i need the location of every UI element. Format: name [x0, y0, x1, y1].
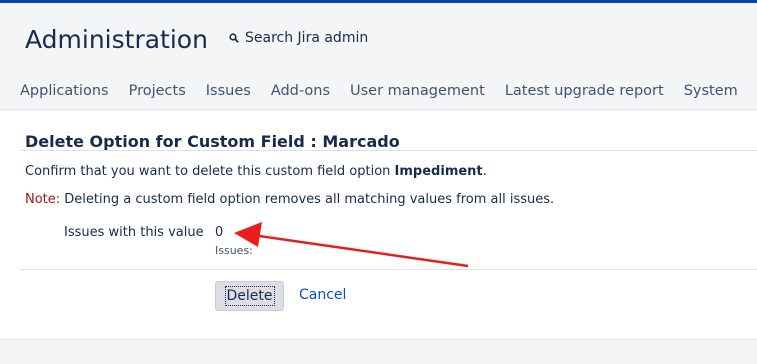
note-label: Note: — [25, 192, 61, 207]
nav-issues[interactable]: Issues — [206, 83, 251, 99]
warning-note: Note: Deleting a custom field option rem… — [25, 192, 554, 207]
form-title: Delete Option for Custom Field : Marcado — [25, 132, 400, 151]
cancel-link[interactable]: Cancel — [299, 287, 346, 303]
nav-add-ons[interactable]: Add-ons — [271, 83, 330, 99]
admin-nav: Applications Projects Issues Add-ons Use… — [20, 83, 757, 99]
nav-projects[interactable]: Projects — [129, 83, 186, 99]
issues-count-value: 0 — [215, 225, 224, 240]
search-admin-label: Search Jira admin — [245, 30, 369, 46]
delete-button-label: Delete — [224, 286, 275, 306]
admin-header: Administration Search Jira admin Applica… — [0, 3, 757, 110]
divider — [20, 150, 757, 151]
note-text: Deleting a custom field option removes a… — [60, 192, 555, 207]
page-title: Administration — [25, 25, 208, 54]
confirm-prefix: Confirm that you want to delete this cus… — [25, 164, 395, 179]
nav-latest-upgrade-report[interactable]: Latest upgrade report — [505, 83, 664, 99]
delete-button[interactable]: Delete — [215, 281, 284, 311]
nav-applications[interactable]: Applications — [20, 83, 109, 99]
issues-count-label: Issues with this value — [64, 225, 204, 240]
option-name: Impediment — [394, 164, 483, 179]
footer — [0, 341, 757, 364]
confirm-suffix: . — [482, 164, 487, 179]
confirm-message: Confirm that you want to delete this cus… — [25, 164, 487, 179]
annotation-arrow-icon — [234, 222, 469, 268]
nav-user-management[interactable]: User management — [350, 83, 485, 99]
nav-system[interactable]: System — [684, 83, 738, 99]
search-icon — [229, 33, 239, 43]
search-admin-link[interactable]: Search Jira admin — [229, 30, 368, 46]
